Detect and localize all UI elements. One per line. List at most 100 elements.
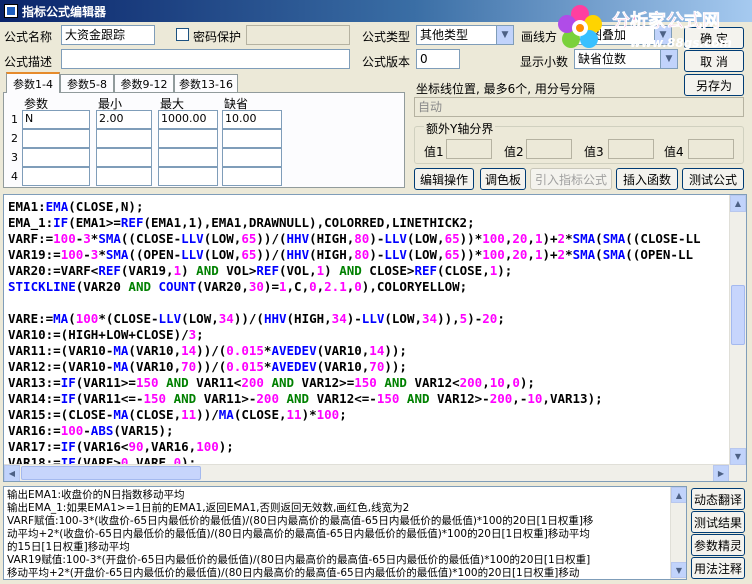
- code-token: IF: [53, 215, 69, 230]
- param-max-input[interactable]: [158, 148, 218, 167]
- version-input[interactable]: 0: [416, 49, 460, 69]
- desc-input[interactable]: [61, 49, 350, 69]
- code-token: VARF:=: [8, 231, 54, 246]
- name-input[interactable]: 大资金跟踪: [61, 25, 155, 45]
- y-value-2-input[interactable]: [526, 139, 572, 159]
- param-name-input[interactable]: [22, 167, 90, 186]
- code-token: 200: [241, 375, 264, 390]
- code-token: 2: [557, 247, 566, 262]
- param-def-input[interactable]: [222, 148, 282, 167]
- code-token: AND: [166, 375, 189, 390]
- code-line: VAR20:=VARF<REF(VAR19,1) AND VOL>REF(VOL…: [8, 263, 728, 279]
- y-value-3-input[interactable]: [608, 139, 654, 159]
- palette-button[interactable]: 调色板: [480, 168, 526, 190]
- save-as-button[interactable]: 另存为: [684, 74, 744, 96]
- code-token: SMA: [98, 231, 121, 246]
- code-token: VAR20:=VARF<: [8, 263, 99, 278]
- test-formula-button[interactable]: 测试公式: [682, 168, 744, 190]
- code-token: LLV: [361, 311, 385, 326]
- scroll-left-icon[interactable]: ◀: [4, 465, 20, 481]
- flower-logo-icon: [558, 5, 602, 48]
- code-token: 0.015: [226, 359, 264, 374]
- password-input[interactable]: [246, 25, 350, 45]
- edit-ops-button[interactable]: 编辑操作: [414, 168, 474, 190]
- code-token: )),: [437, 311, 460, 326]
- param-def-input[interactable]: [222, 167, 282, 186]
- code-token: VAR15:=(CLOSE-: [8, 407, 114, 422]
- code-token: ))/(: [256, 247, 287, 262]
- code-token: MA: [53, 311, 69, 326]
- code-token: ,VAR16,: [143, 439, 197, 454]
- axis-input[interactable]: 自动: [414, 97, 744, 117]
- param-min-input[interactable]: 2.00: [96, 110, 152, 129]
- code-token: AND: [128, 279, 151, 294]
- translation-output[interactable]: 输出EMA1:收盘价的N日指数移动平均 输出EMA_1:如果EMA1>=1日前的E…: [3, 486, 687, 580]
- code-token: VAR13:=: [8, 375, 61, 390]
- extra-y-label: 额外Y轴分界: [424, 120, 496, 137]
- editor-horizontal-scrollbar[interactable]: ◀ ▶: [4, 464, 730, 481]
- code-token: LLV: [384, 231, 407, 246]
- code-line: VAR15:=(CLOSE-MA(CLOSE,11))/MA(CLOSE,11)…: [8, 407, 728, 423]
- code-token: VAR12<: [406, 375, 460, 390]
- output-scrollbar[interactable]: ▲ ▼: [670, 487, 686, 579]
- scroll-up-icon[interactable]: ▲: [671, 487, 686, 503]
- param-min-input[interactable]: [96, 167, 152, 186]
- code-token: AND: [286, 391, 310, 406]
- param-min-input[interactable]: [96, 148, 152, 167]
- scroll-down-icon[interactable]: ▼: [730, 448, 746, 465]
- insert-function-button[interactable]: 插入函数: [616, 168, 678, 190]
- dynamic-translate-button[interactable]: 动态翻译: [691, 488, 745, 510]
- code-token: ));: [384, 343, 407, 358]
- code-token: 70: [369, 359, 385, 374]
- code-token: (LOW,: [406, 231, 445, 246]
- param-name-input[interactable]: [22, 129, 90, 148]
- code-token: 10: [489, 375, 505, 390]
- import-formula-button[interactable]: 引入指标公式: [530, 168, 612, 190]
- scroll-up-icon[interactable]: ▲: [730, 195, 746, 212]
- code-token: *: [565, 231, 573, 246]
- code-token: (VAR20,: [196, 279, 249, 294]
- editor-vertical-scrollbar[interactable]: ▲ ▼: [729, 195, 746, 481]
- scroll-down-icon[interactable]: ▼: [671, 562, 686, 578]
- code-token: ))/: [196, 407, 219, 422]
- code-token: 20: [512, 231, 528, 246]
- tab-params-13-16[interactable]: 参数13-16: [174, 74, 238, 92]
- param-name-input[interactable]: [22, 148, 90, 167]
- scroll-right-icon[interactable]: ▶: [713, 465, 729, 481]
- chevron-down-icon[interactable]: ▼: [496, 26, 513, 44]
- tab-params-5-8[interactable]: 参数5-8: [60, 74, 114, 92]
- y-value-4-input[interactable]: [688, 139, 734, 159]
- formula-editor[interactable]: EMA1:EMA(CLOSE,N); EMA_1:IF(EMA1>=REF(EMA…: [3, 194, 747, 482]
- test-result-button[interactable]: 测试结果: [691, 511, 745, 533]
- param-def-input[interactable]: [222, 129, 282, 148]
- code-token: VARE:=: [8, 311, 54, 326]
- password-checkbox[interactable]: [176, 28, 189, 41]
- param-max-input[interactable]: 1000.00: [158, 110, 218, 129]
- param-max-input[interactable]: [158, 167, 218, 186]
- code-text[interactable]: EMA1:EMA(CLOSE,N); EMA_1:IF(EMA1>=REF(EMA…: [8, 199, 728, 471]
- code-token: LLV: [158, 311, 182, 326]
- code-token: (: [595, 231, 603, 246]
- code-token: EMA1:: [8, 199, 46, 214]
- type-select[interactable]: 其他类型 ▼: [416, 25, 514, 45]
- code-token: )+: [542, 231, 558, 246]
- y-value-1-input[interactable]: [446, 139, 492, 159]
- usage-notes-button[interactable]: 用法注释: [691, 557, 745, 579]
- param-def-input[interactable]: 10.00: [222, 110, 282, 129]
- code-token: AND: [339, 263, 362, 278]
- code-token: LLV: [181, 247, 204, 262]
- code-token: LLV: [181, 231, 204, 246]
- param-name-input[interactable]: N: [22, 110, 90, 129]
- param-min-input[interactable]: [96, 129, 152, 148]
- param-wizard-button[interactable]: 参数精灵: [691, 534, 745, 556]
- scroll-thumb[interactable]: [731, 285, 745, 345]
- code-token: ;: [497, 311, 505, 326]
- code-line: VAR10:=(HIGH+LOW+CLOSE)/3;: [8, 327, 728, 343]
- hscroll-thumb[interactable]: [21, 466, 201, 480]
- param-max-input[interactable]: [158, 129, 218, 148]
- tab-params-1-4[interactable]: 参数1-4: [6, 72, 60, 93]
- translation-line: VARF赋值:100-3*(收盘价-65日内最低价的最低值)/(80日内最高价的…: [7, 515, 594, 527]
- code-token: 1: [173, 263, 182, 278]
- tab-params-9-12[interactable]: 参数9-12: [114, 74, 174, 92]
- code-token: )-: [467, 311, 483, 326]
